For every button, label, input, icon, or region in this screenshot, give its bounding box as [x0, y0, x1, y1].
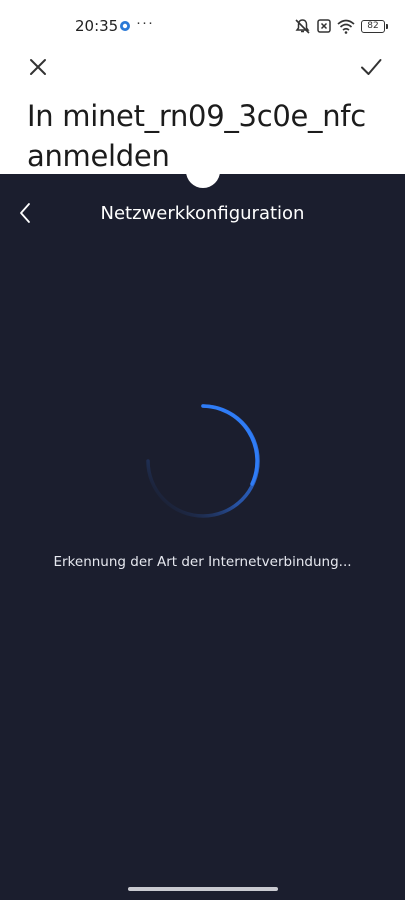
pull-handle[interactable]	[186, 158, 220, 188]
home-indicator[interactable]	[128, 887, 278, 891]
login-dialog-header: In minet_rn09_3c0e_nfc anmelden	[0, 52, 405, 173]
screen: 20:35 ··· 82 In minet_rn09_3c0e_nfc anme…	[0, 0, 405, 900]
system-icons: 82	[294, 18, 388, 34]
connection-detection-status: Erkennung der Art der Internetverbindung…	[53, 554, 352, 570]
page-title: Netzwerkkonfiguration	[100, 203, 305, 224]
wifi-icon	[337, 19, 355, 34]
check-icon[interactable]	[357, 53, 385, 81]
status-time: 20:35	[75, 17, 119, 35]
loading-spinner	[146, 404, 260, 518]
router-config-page: Netzwerkkonfiguration Erkennung der Art …	[0, 158, 405, 900]
more-notifications-indicator: ···	[136, 14, 154, 31]
no-sim-icon	[317, 19, 331, 33]
muted-bell-icon	[295, 19, 310, 34]
close-icon[interactable]	[24, 53, 52, 81]
app-notification-icon	[120, 21, 130, 31]
battery-icon: 82	[361, 19, 388, 33]
status-bar: 20:35 ··· 82	[0, 0, 405, 52]
